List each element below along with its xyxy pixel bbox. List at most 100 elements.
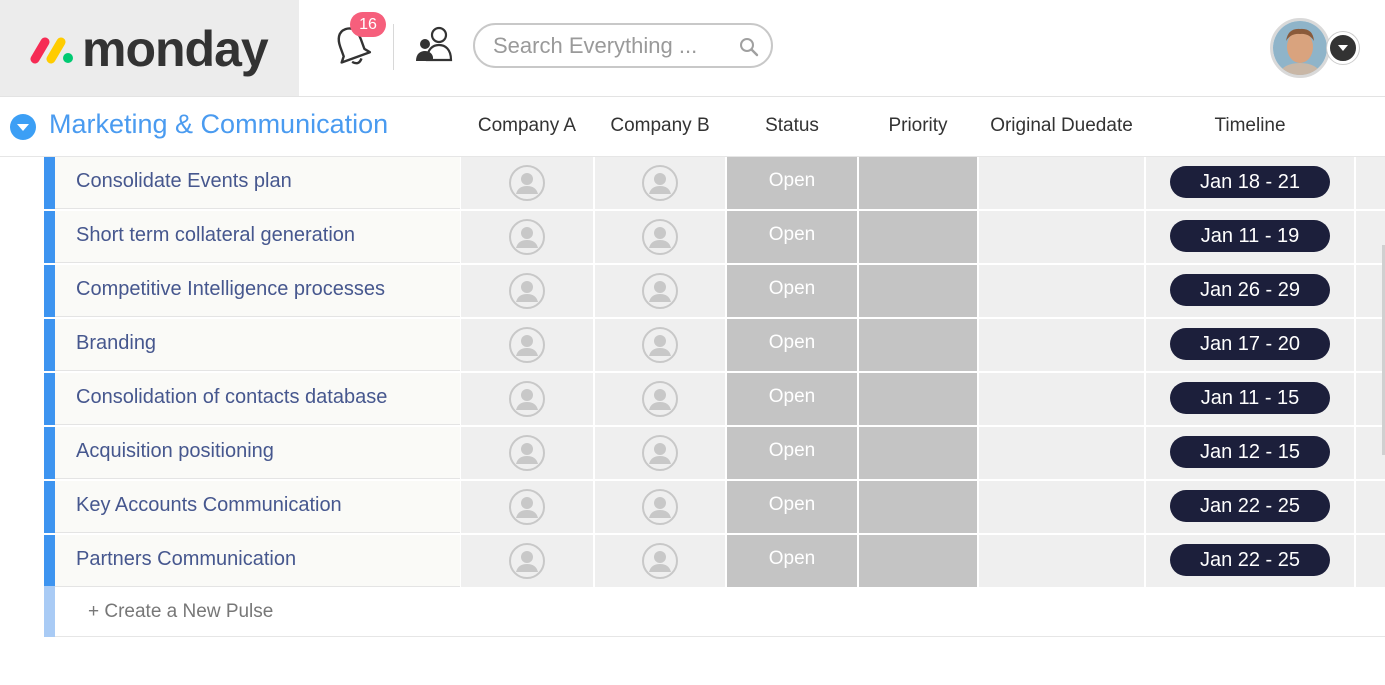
pulse-name[interactable]: Branding bbox=[76, 332, 156, 355]
table-row[interactable]: Acquisition positioning Open Jan 12 - 15 bbox=[44, 427, 1385, 481]
timeline-pill[interactable]: Jan 22 - 25 bbox=[1170, 490, 1330, 522]
company-b-cell[interactable] bbox=[595, 319, 725, 371]
original-duedate-cell[interactable] bbox=[979, 427, 1144, 479]
table-row[interactable]: Key Accounts Communication Open Jan 22 -… bbox=[44, 481, 1385, 535]
status-cell[interactable]: Open bbox=[727, 535, 857, 587]
person-placeholder-icon[interactable] bbox=[641, 488, 679, 526]
priority-cell[interactable] bbox=[859, 535, 977, 587]
pulse-name-cell[interactable]: Acquisition positioning bbox=[55, 427, 460, 479]
person-placeholder-icon[interactable] bbox=[641, 434, 679, 472]
timeline-cell[interactable]: Jan 11 - 19 bbox=[1146, 211, 1354, 263]
original-duedate-cell[interactable] bbox=[979, 157, 1144, 209]
pulse-name-cell[interactable]: Consolidation of contacts database bbox=[55, 373, 460, 425]
company-a-cell[interactable] bbox=[461, 481, 593, 533]
company-b-cell[interactable] bbox=[595, 427, 725, 479]
timeline-pill[interactable]: Jan 26 - 29 bbox=[1170, 274, 1330, 306]
person-placeholder-icon[interactable] bbox=[508, 272, 546, 310]
priority-cell[interactable] bbox=[859, 265, 977, 317]
timeline-pill[interactable]: Jan 18 - 21 bbox=[1170, 166, 1330, 198]
person-placeholder-icon[interactable] bbox=[641, 542, 679, 580]
pulse-name[interactable]: Key Accounts Communication bbox=[76, 494, 342, 517]
timeline-cell[interactable]: Jan 18 - 21 bbox=[1146, 157, 1354, 209]
timeline-cell[interactable]: Jan 22 - 25 bbox=[1146, 535, 1354, 587]
pulse-name-cell[interactable]: Consolidate Events plan bbox=[55, 157, 460, 209]
person-placeholder-icon[interactable] bbox=[508, 218, 546, 256]
column-header-original-duedate[interactable]: Original Duedate bbox=[979, 115, 1144, 137]
status-cell[interactable]: Open bbox=[727, 157, 857, 209]
person-placeholder-icon[interactable] bbox=[641, 380, 679, 418]
company-a-cell[interactable] bbox=[461, 211, 593, 263]
pulse-name[interactable]: Short term collateral generation bbox=[76, 224, 355, 247]
company-a-cell[interactable] bbox=[461, 373, 593, 425]
timeline-pill[interactable]: Jan 22 - 25 bbox=[1170, 544, 1330, 576]
original-duedate-cell[interactable] bbox=[979, 211, 1144, 263]
pulse-name[interactable]: Consolidation of contacts database bbox=[76, 386, 387, 409]
table-row[interactable]: Consolidation of contacts database Open … bbox=[44, 373, 1385, 427]
column-header-company-b[interactable]: Company B bbox=[595, 115, 725, 137]
account-menu-chevron-down-icon[interactable] bbox=[1327, 32, 1359, 64]
pulse-name-cell[interactable]: Short term collateral generation bbox=[55, 211, 460, 263]
table-row[interactable]: Partners Communication Open Jan 22 - 25 bbox=[44, 535, 1385, 589]
person-placeholder-icon[interactable] bbox=[508, 164, 546, 202]
timeline-cell[interactable]: Jan 22 - 25 bbox=[1146, 481, 1354, 533]
table-row[interactable]: Short term collateral generation Open Ja… bbox=[44, 211, 1385, 265]
original-duedate-cell[interactable] bbox=[979, 265, 1144, 317]
status-cell[interactable]: Open bbox=[727, 211, 857, 263]
original-duedate-cell[interactable] bbox=[979, 319, 1144, 371]
column-header-timeline[interactable]: Timeline bbox=[1146, 115, 1354, 137]
company-a-cell[interactable] bbox=[461, 157, 593, 209]
person-placeholder-icon[interactable] bbox=[641, 326, 679, 364]
company-b-cell[interactable] bbox=[595, 157, 725, 209]
person-placeholder-icon[interactable] bbox=[641, 164, 679, 202]
avatar[interactable] bbox=[1270, 18, 1330, 78]
create-new-pulse-button[interactable]: + Create a New Pulse bbox=[88, 601, 273, 623]
company-b-cell[interactable] bbox=[595, 211, 725, 263]
pulse-name-cell[interactable]: Partners Communication bbox=[55, 535, 460, 587]
pulse-name-cell[interactable]: Competitive Intelligence processes bbox=[55, 265, 460, 317]
team-button[interactable] bbox=[414, 24, 456, 66]
timeline-pill[interactable]: Jan 11 - 15 bbox=[1170, 382, 1330, 414]
original-duedate-cell[interactable] bbox=[979, 373, 1144, 425]
table-row[interactable]: Consolidate Events plan Open Jan 18 - 21 bbox=[44, 157, 1385, 211]
company-b-cell[interactable] bbox=[595, 535, 725, 587]
pulse-name[interactable]: Acquisition positioning bbox=[76, 440, 274, 463]
priority-cell[interactable] bbox=[859, 427, 977, 479]
company-a-cell[interactable] bbox=[461, 265, 593, 317]
pulse-name[interactable]: Consolidate Events plan bbox=[76, 170, 292, 193]
status-cell[interactable]: Open bbox=[727, 265, 857, 317]
create-new-pulse-row[interactable]: + Create a New Pulse bbox=[44, 586, 1385, 637]
priority-cell[interactable] bbox=[859, 211, 977, 263]
pulse-name-cell[interactable]: Branding bbox=[55, 319, 460, 371]
table-row[interactable]: Branding Open Jan 17 - 20 bbox=[44, 319, 1385, 373]
status-cell[interactable]: Open bbox=[727, 481, 857, 533]
search-icon[interactable] bbox=[739, 37, 759, 57]
pulse-name[interactable]: Competitive Intelligence processes bbox=[76, 278, 385, 301]
logo-area[interactable]: monday bbox=[0, 0, 299, 96]
company-b-cell[interactable] bbox=[595, 481, 725, 533]
timeline-cell[interactable]: Jan 11 - 15 bbox=[1146, 373, 1354, 425]
search-box[interactable] bbox=[473, 23, 773, 68]
priority-cell[interactable] bbox=[859, 157, 977, 209]
person-placeholder-icon[interactable] bbox=[508, 434, 546, 472]
search-input[interactable] bbox=[493, 33, 733, 59]
timeline-pill[interactable]: Jan 17 - 20 bbox=[1170, 328, 1330, 360]
timeline-cell[interactable]: Jan 17 - 20 bbox=[1146, 319, 1354, 371]
original-duedate-cell[interactable] bbox=[979, 535, 1144, 587]
priority-cell[interactable] bbox=[859, 373, 977, 425]
pulse-name-cell[interactable]: Key Accounts Communication bbox=[55, 481, 460, 533]
person-placeholder-icon[interactable] bbox=[641, 272, 679, 310]
column-header-priority[interactable]: Priority bbox=[859, 115, 977, 137]
status-cell[interactable]: Open bbox=[727, 427, 857, 479]
status-cell[interactable]: Open bbox=[727, 373, 857, 425]
status-cell[interactable]: Open bbox=[727, 319, 857, 371]
column-header-company-a[interactable]: Company A bbox=[461, 115, 593, 137]
company-b-cell[interactable] bbox=[595, 373, 725, 425]
priority-cell[interactable] bbox=[859, 319, 977, 371]
person-placeholder-icon[interactable] bbox=[508, 326, 546, 364]
original-duedate-cell[interactable] bbox=[979, 481, 1144, 533]
table-row[interactable]: Competitive Intelligence processes Open … bbox=[44, 265, 1385, 319]
group-title[interactable]: Marketing & Communication bbox=[49, 109, 388, 140]
timeline-pill[interactable]: Jan 11 - 19 bbox=[1170, 220, 1330, 252]
timeline-pill[interactable]: Jan 12 - 15 bbox=[1170, 436, 1330, 468]
person-placeholder-icon[interactable] bbox=[508, 380, 546, 418]
